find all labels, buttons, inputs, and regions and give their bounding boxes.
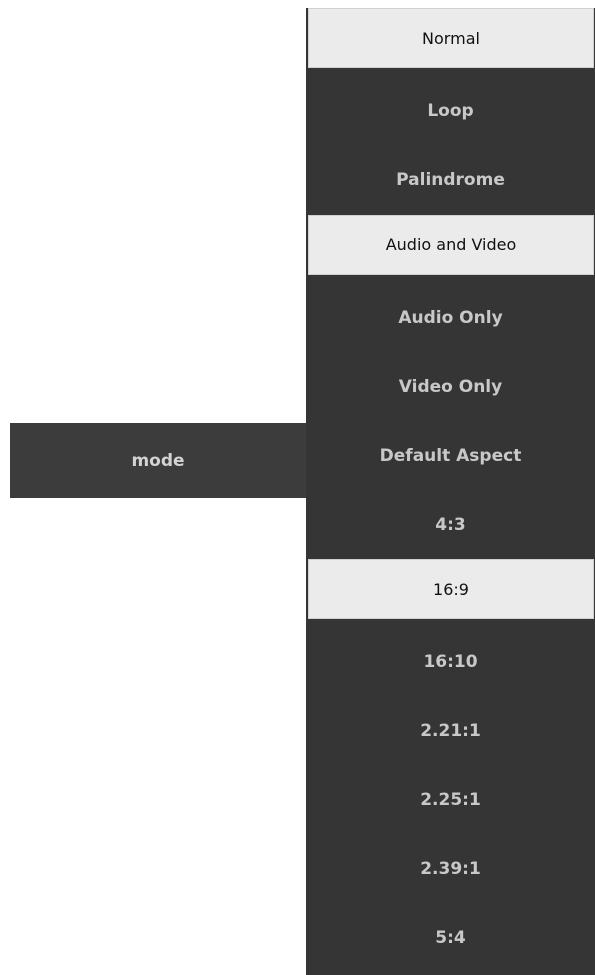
menu-item-normal[interactable]: Normal bbox=[308, 8, 594, 68]
menu-item-audio-only[interactable]: Audio Only bbox=[306, 284, 595, 353]
mode-label: mode bbox=[131, 450, 185, 471]
menu-item-16-10[interactable]: 16:10 bbox=[306, 628, 595, 697]
mode-button[interactable]: mode bbox=[10, 423, 306, 498]
menu-item-2-25-1[interactable]: 2.25:1 bbox=[306, 766, 595, 835]
dropdown-menu: Normal Loop Palindrome Audio and Video A… bbox=[306, 8, 595, 975]
menu-item-default-aspect[interactable]: Default Aspect bbox=[306, 421, 595, 490]
menu-item-16-9[interactable]: 16:9 bbox=[308, 559, 594, 620]
menu-item-video-only[interactable]: Video Only bbox=[306, 352, 595, 421]
menu-item-2-21-1[interactable]: 2.21:1 bbox=[306, 697, 595, 766]
menu-item-5-4[interactable]: 5:4 bbox=[306, 904, 595, 973]
menu-item-audio-and-video[interactable]: Audio and Video bbox=[308, 214, 594, 275]
menu-item-loop[interactable]: Loop bbox=[306, 77, 595, 146]
menu-item-2-39-1[interactable]: 2.39:1 bbox=[306, 835, 595, 904]
menu-item-palindrome[interactable]: Palindrome bbox=[306, 146, 595, 215]
menu-item-4-3[interactable]: 4:3 bbox=[306, 490, 595, 559]
